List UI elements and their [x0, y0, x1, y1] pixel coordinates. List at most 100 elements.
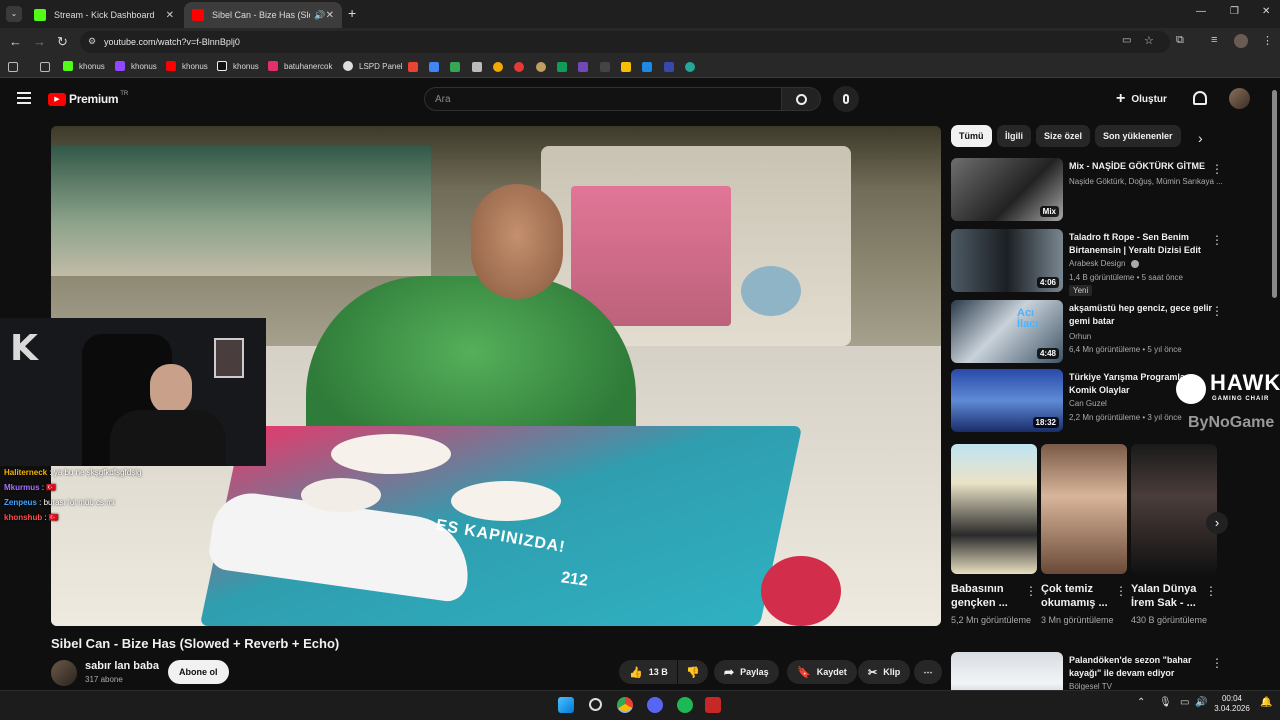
recommendation-item[interactable]: 4:06 Taladro ft Rope - Sen Benim Birtane… [951, 229, 1271, 296]
chip-related[interactable]: İlgili [997, 125, 1031, 147]
guide-menu-icon[interactable] [17, 92, 31, 104]
voice-search-button[interactable] [833, 86, 859, 112]
video-thumbnail[interactable]: Mix [951, 158, 1063, 221]
bookmark-item[interactable]: khonus [115, 61, 157, 71]
short-item[interactable]: Babasının gençken ... 5,2 Mn görüntüleme… [951, 444, 1037, 627]
browser-menu-icon[interactable]: ⋮ [1262, 34, 1273, 47]
minimize-icon[interactable]: — [1196, 6, 1206, 17]
network-icon[interactable]: ▭ [1180, 697, 1189, 708]
app-icon[interactable] [493, 62, 503, 72]
video-thumbnail[interactable]: 18:32 [951, 369, 1063, 432]
clip-button[interactable]: ✂ Klip [858, 660, 911, 684]
bookmark-star-icon[interactable]: ☆ [1144, 34, 1154, 47]
sheets-icon[interactable] [557, 62, 567, 72]
notifications-bell-icon[interactable] [1193, 91, 1207, 105]
taskbar-clock[interactable]: 00:04 3.04.2026 [1214, 694, 1250, 714]
like-button[interactable]: 👍 13 B [619, 660, 677, 684]
site-info-icon[interactable]: ⚙ [88, 36, 96, 47]
bookmark-item[interactable]: khonus [63, 61, 105, 71]
back-icon[interactable]: ← [9, 35, 22, 49]
share-button[interactable]: ➦ Paylaş [714, 660, 779, 684]
chrome-icon[interactable] [617, 697, 633, 713]
more-actions-icon[interactable]: ⋮ [1211, 162, 1223, 176]
short-thumbnail[interactable] [1041, 444, 1127, 574]
app-icon[interactable] [685, 62, 695, 72]
recommendation-item[interactable]: Acı İlacı 4:48 akşamüstü hep genciz, gece… [951, 300, 1271, 366]
create-button[interactable]: + Oluştur [1116, 88, 1167, 110]
video-thumbnail[interactable] [951, 652, 1063, 690]
tab-youtube-video[interactable]: Sibel Can - Bize Has (Slowe 🔊 ✕ [184, 2, 342, 28]
more-actions-button[interactable]: ⋯ [914, 660, 942, 684]
recommendation-item[interactable]: Mix Mix - NAŞİDE GÖKTÜRK GİTME Naşide Gö… [951, 158, 1271, 224]
media-controls-icon[interactable]: ≡ [1211, 34, 1217, 46]
app-icon[interactable] [600, 62, 610, 72]
short-title[interactable]: Çok temiz okumamış ... [1041, 582, 1113, 610]
short-title[interactable]: Yalan Dünya İrem Sak - ... [1131, 582, 1203, 610]
account-avatar[interactable] [1229, 88, 1250, 109]
close-window-icon[interactable]: ✕ [1262, 6, 1270, 17]
channel-name[interactable]: sabır lan baba [85, 660, 159, 672]
page-scrollbar[interactable] [1272, 90, 1277, 298]
shorts-next-chevron-icon[interactable]: › [1206, 512, 1228, 534]
reload-icon[interactable]: ↻ [57, 35, 68, 49]
save-button[interactable]: 🔖 Kaydet [787, 660, 857, 684]
forward-icon[interactable]: → [33, 35, 46, 49]
folder-icon[interactable] [40, 62, 50, 72]
more-actions-icon[interactable]: ⋮ [1205, 584, 1217, 598]
spotify-icon[interactable] [677, 697, 693, 713]
tab-list-dropdown[interactable]: ⌄ [6, 6, 22, 22]
video-title[interactable]: Palandöken'de sezon "bahar kayağı" ile d… [1069, 654, 1219, 680]
chip-recently-uploaded[interactable]: Son yüklenenler [1095, 125, 1181, 147]
short-item[interactable]: Yalan Dünya İrem Sak - ... 430 B görüntü… [1131, 444, 1217, 627]
video-channel[interactable]: Arabesk Design [1069, 259, 1139, 268]
app-icon[interactable] [705, 697, 721, 713]
video-thumbnail[interactable]: 4:06 [951, 229, 1063, 292]
short-thumbnail[interactable] [951, 444, 1037, 574]
more-actions-icon[interactable]: ⋮ [1211, 304, 1223, 318]
discord-icon[interactable] [647, 697, 663, 713]
app-icon[interactable] [536, 62, 546, 72]
chip-all[interactable]: Tümü [951, 125, 992, 147]
notification-center-icon[interactable]: 🔔 [1260, 697, 1272, 708]
recommendation-item[interactable]: Palandöken'de sezon "bahar kayağı" ile d… [951, 652, 1271, 690]
more-actions-icon[interactable]: ⋮ [1025, 584, 1037, 598]
video-channel[interactable]: Bölgesel TV [1069, 682, 1112, 690]
extensions-icon[interactable]: ⧉ [1176, 34, 1184, 47]
restore-icon[interactable]: ❐ [1230, 6, 1239, 17]
video-thumbnail[interactable]: Acı İlacı 4:48 [951, 300, 1063, 363]
subscribe-button[interactable]: Abone ol [168, 660, 229, 684]
search-button[interactable] [781, 87, 821, 111]
bookmark-item[interactable]: batuhanercok [268, 61, 332, 71]
more-actions-icon[interactable]: ⋮ [1211, 233, 1223, 247]
address-input[interactable]: ⚙ youtube.com/watch?v=f-BlnnBplj0 ▭ ☆ [80, 31, 1170, 53]
microphone-tray-icon[interactable]: 🎙 [1159, 697, 1172, 708]
app-icon[interactable] [514, 62, 524, 72]
search-input[interactable]: Ara [424, 87, 781, 111]
gmail-icon[interactable] [429, 62, 439, 72]
calendar-icon[interactable] [472, 62, 482, 72]
search-icon[interactable] [589, 698, 602, 711]
new-tab-button[interactable]: + [348, 5, 356, 21]
video-channel[interactable]: Can Guzel [1069, 399, 1107, 408]
close-tab-icon[interactable]: ✕ [326, 10, 334, 21]
profile-avatar[interactable] [1234, 34, 1248, 48]
short-item[interactable]: Çok temiz okumamış ... 3 Mn görüntüleme … [1041, 444, 1127, 627]
bookmark-item[interactable]: khonus [166, 61, 208, 71]
windows-start-icon[interactable] [558, 697, 574, 713]
video-title[interactable]: akşamüstü hep genciz, gece gelir gemi ba… [1069, 302, 1219, 328]
video-channel[interactable]: Orhun [1069, 332, 1091, 341]
video-title[interactable]: Mix - NAŞİDE GÖKTÜRK GİTME [1069, 160, 1219, 173]
volume-icon[interactable]: 🔊 [1195, 697, 1207, 708]
audio-playing-icon[interactable]: 🔊 [314, 10, 325, 21]
app-icon[interactable] [664, 62, 674, 72]
tray-chevron-icon[interactable]: ⌃ [1137, 697, 1145, 708]
chip-for-you[interactable]: Size özel [1036, 125, 1091, 147]
more-actions-icon[interactable]: ⋮ [1211, 656, 1223, 670]
gmail-icon[interactable] [450, 62, 460, 72]
drive-icon[interactable] [642, 62, 652, 72]
short-title[interactable]: Babasının gençken ... [951, 582, 1023, 610]
bookmark-item[interactable]: LSPD Panel [343, 61, 403, 71]
cast-icon[interactable]: ▭ [1122, 35, 1131, 46]
short-thumbnail[interactable] [1131, 444, 1217, 574]
video-title[interactable]: Taladro ft Rope - Sen Benim Birtanemsin … [1069, 231, 1219, 257]
